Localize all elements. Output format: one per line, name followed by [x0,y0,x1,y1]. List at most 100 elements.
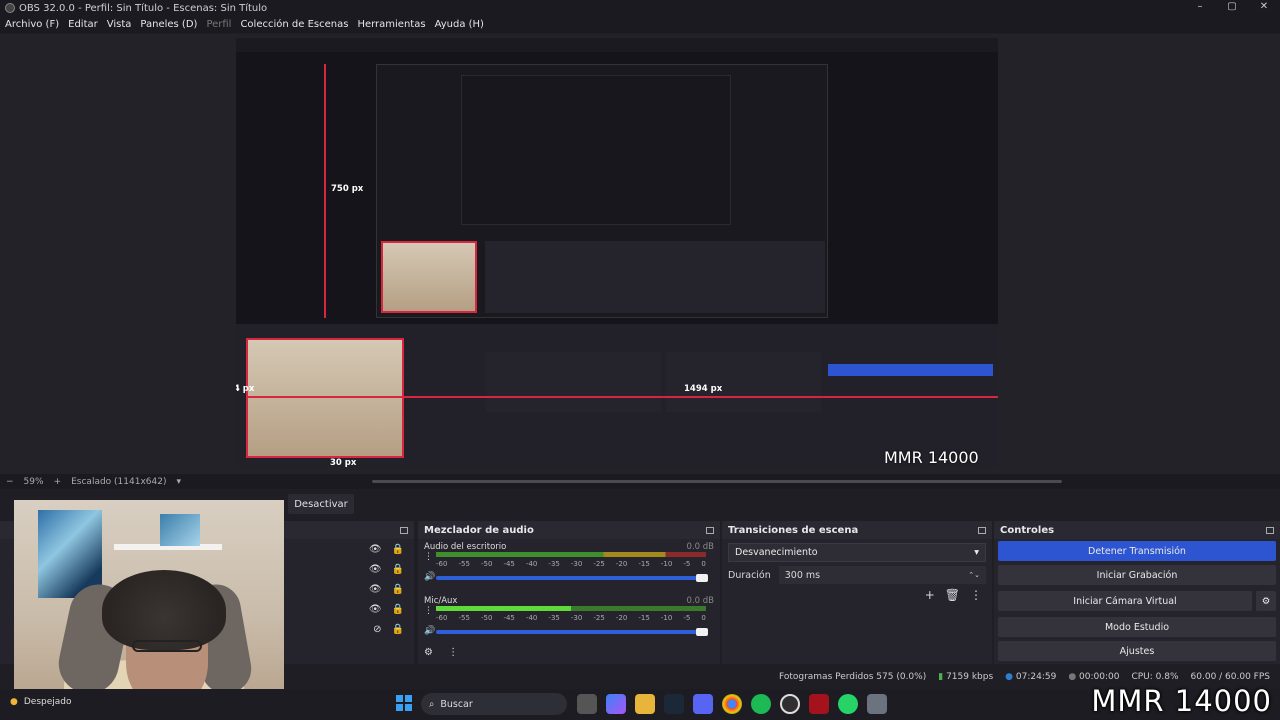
menu-herramientas[interactable]: Herramientas [357,19,425,30]
eye-slash-icon[interactable]: ⊘ [373,624,381,635]
channel-name: Audio del escritorio [424,542,507,552]
menu-perfil[interactable]: Perfil [206,19,231,30]
menu-archivo[interactable]: Archivo (F) [5,19,59,30]
menu-vista[interactable]: Vista [107,19,132,30]
discord-icon[interactable] [693,694,713,714]
label-750px: 750 px [331,184,364,194]
whatsapp-icon[interactable] [838,694,858,714]
duration-row: Duración 300 ms ⌃⌄ [728,566,986,584]
speaker-icon[interactable]: 🔊 [424,572,435,582]
popout-icon[interactable] [706,526,714,534]
slider-knob[interactable] [696,628,708,636]
guide-line-horizontal [246,396,998,398]
taskbar-apps [577,694,887,714]
label-30px: 30 px [330,458,357,467]
stream-icon: ● [1005,672,1014,682]
kebab-menu-icon[interactable]: ⋮ [448,647,458,658]
eye-icon[interactable]: 👁 [369,584,382,595]
studio-mode-button[interactable]: Modo Estudio [998,617,1276,637]
lock-icon[interactable]: 🔒 [392,584,404,595]
channel-menu-icon[interactable]: ⋮ [424,552,433,562]
controls-title: Controles [994,521,1280,539]
weather-widget[interactable]: ● Despejado [10,697,72,707]
channel-db: 0.0 dB [686,542,714,552]
popout-icon[interactable] [400,526,408,534]
slider-knob[interactable] [696,574,708,582]
transition-select[interactable]: Desvanecimiento ▾ [728,543,986,562]
windows-start-icon[interactable] [396,695,412,711]
task-view-icon[interactable] [577,694,597,714]
add-icon[interactable]: + [925,588,935,602]
glasses [132,640,202,652]
gear-icon[interactable]: ⚙ [1256,591,1276,611]
webcam-overlay [14,500,284,700]
eye-icon[interactable]: 👁 [369,544,382,555]
start-recording-button[interactable]: Iniciar Grabación [998,565,1276,585]
lock-icon[interactable]: 🔒 [392,604,404,615]
chevron-down-icon[interactable]: ▾ [176,477,181,487]
close-button[interactable]: ✕ [1248,0,1280,16]
search-icon: ⌕ [429,698,435,710]
scale-select[interactable]: Escalado (1141x642) [71,477,166,487]
transitions-title: Transiciones de escena [722,521,992,539]
mixer-channel-mic: Mic/Aux 0.0 dB ⋮ -60 -55 -50 -45 -40 -35 -30 -2… [418,593,720,647]
eye-icon[interactable]: 👁 [369,604,382,615]
volume-meter [436,552,706,557]
menu-ayuda[interactable]: Ayuda (H) [435,19,484,30]
calculator-icon[interactable] [867,694,887,714]
popout-icon[interactable] [978,526,986,534]
lock-icon[interactable]: 🔒 [392,544,404,555]
lock-icon[interactable]: 🔒 [392,564,404,575]
steam-icon[interactable] [664,694,684,714]
eye-icon[interactable]: 👁 [369,564,382,575]
chrome-icon[interactable] [722,694,742,714]
gear-icon[interactable]: ⚙ [424,647,433,658]
obs-icon[interactable] [780,694,800,714]
taskbar-search[interactable]: ⌕ Buscar [421,693,567,715]
nested-preview-inner [461,75,731,225]
deactivate-button[interactable]: Desactivar [288,494,354,514]
preview-canvas[interactable]: 750 px 24 px 30 px 1494 px MMR 14000 [236,38,998,467]
volume-meter [436,606,706,611]
channel-menu-icon[interactable]: ⋮ [424,606,433,616]
duration-spinbox[interactable]: 300 ms ⌃⌄ [778,566,986,584]
volume-slider[interactable] [436,574,708,582]
popout-icon[interactable] [1266,526,1274,534]
maximize-button[interactable]: ▢ [1216,0,1248,16]
window-title: OBS 32.0.0 - Perfil: Sin Título - Escena… [19,2,268,14]
menu-coleccion-escenas[interactable]: Colección de Escenas [240,19,348,30]
trash-icon[interactable]: 🗑 [945,588,960,602]
sun-icon: ● [10,697,18,707]
stop-streaming-button[interactable]: Detener Transmisión [998,541,1276,561]
zoom-level: 59% [23,476,44,487]
volume-slider[interactable] [436,628,708,636]
nested-preview [376,64,828,318]
minimize-button[interactable]: – [1184,0,1216,16]
kebab-menu-icon[interactable]: ⋮ [970,588,982,602]
nested-mmr-overlay: MMR 14000 [884,448,979,467]
copilot-icon[interactable] [606,694,626,714]
menu-editar[interactable]: Editar [68,19,98,30]
settings-button[interactable]: Ajustes [998,641,1276,661]
label-24px: 24 px [236,384,255,394]
menu-bar: Archivo (F) Editar Vista Paneles (D) Per… [0,16,1280,33]
acrobat-icon[interactable] [809,694,829,714]
nested-docks [485,241,825,313]
start-virtual-camera-button[interactable]: Iniciar Cámara Virtual [998,591,1252,611]
folder-icon[interactable] [635,694,655,714]
speaker-icon[interactable]: 🔊 [424,626,435,636]
zoom-out-icon[interactable]: − [6,477,14,487]
stepper-icon[interactable]: ⌃⌄ [968,571,980,579]
lock-icon[interactable]: 🔒 [392,624,404,635]
meter-scale: -60 -55 -50 -45 -40 -35 -30 -25 -20 -15 -10 -5 0 [436,614,706,622]
fps: 60.00 / 60.00 FPS [1190,672,1270,682]
preview-horizontal-scrollbar[interactable] [372,480,1062,483]
mmr-overlay: MMR 14000 [1091,684,1272,718]
zoom-in-icon[interactable]: + [54,477,62,487]
record-icon: ● [1068,672,1077,682]
channel-name: Mic/Aux [424,596,458,606]
spotify-icon[interactable] [751,694,771,714]
menu-paneles[interactable]: Paneles (D) [140,19,197,30]
cpu-usage: CPU: 0.8% [1131,672,1179,682]
bitrate: ▮ 7159 kbps [938,672,994,682]
